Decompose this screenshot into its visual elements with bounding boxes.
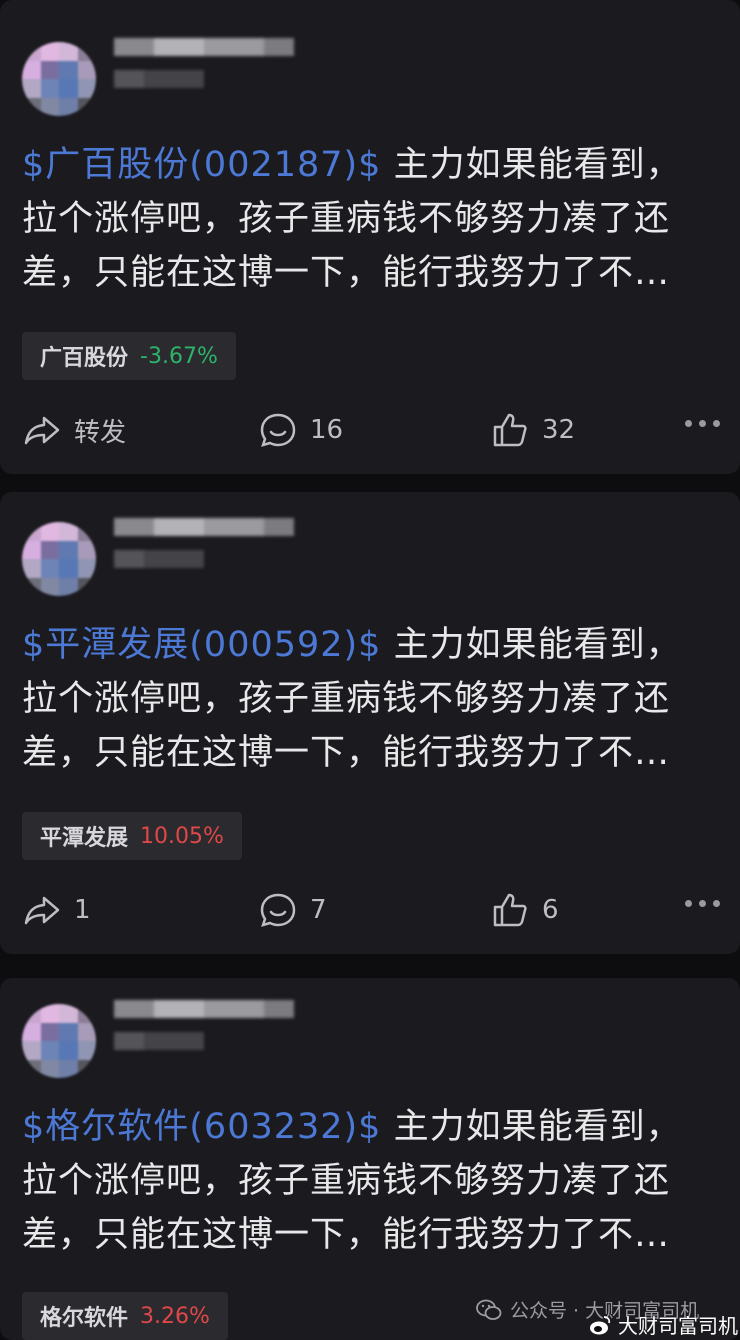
post-text: $平潭发展(000592)$ 主力如果能看到， 拉个涨停吧，孩子重病钱不够努力凑… [22, 618, 722, 780]
thumbs-up-icon [493, 413, 527, 447]
stock-tag-name: 格尔软件 [40, 1306, 129, 1331]
post-text-line: 差，只能在这博一下，能行我努力了不… [22, 253, 671, 293]
share-button[interactable]: 1 [22, 890, 91, 930]
more-icon[interactable] [685, 900, 720, 907]
like-button[interactable]: 6 [490, 890, 559, 930]
like-count: 32 [542, 415, 576, 445]
stock-tag[interactable]: 格尔软件 3.26% [22, 1292, 228, 1340]
weibo-watermark-text: 大财司富司机 [618, 1314, 738, 1338]
thumbs-up-icon [493, 893, 527, 927]
post-text-line: 主力如果能看到， [381, 625, 682, 665]
stock-tag[interactable]: 平潭发展 10.05% [22, 812, 242, 860]
post-card: $格尔软件(603232)$ 主力如果能看到， 拉个涨停吧，孩子重病钱不够努力凑… [0, 978, 740, 1340]
post-text-line: 主力如果能看到， [381, 145, 682, 185]
stock-link[interactable]: $平潭发展(000592)$ [22, 625, 381, 665]
comment-icon [260, 893, 296, 927]
share-label: 转发 [74, 417, 127, 448]
post-card: $广百股份(002187)$ 主力如果能看到， 拉个涨停吧，孩子重病钱不够努力凑… [0, 0, 740, 474]
comment-button[interactable]: 16 [258, 410, 343, 450]
stock-tag-name: 广百股份 [40, 346, 129, 371]
post-text: $广百股份(002187)$ 主力如果能看到， 拉个涨停吧，孩子重病钱不够努力凑… [22, 138, 722, 300]
post-text-line: 拉个涨停吧，孩子重病钱不够努力凑了还 [22, 199, 671, 239]
username-blurred [114, 38, 294, 88]
comment-count: 16 [310, 415, 344, 445]
stock-tag-change: 3.26% [140, 1303, 210, 1329]
post-card: $平潭发展(000592)$ 主力如果能看到， 拉个涨停吧，孩子重病钱不够努力凑… [0, 492, 740, 954]
wechat-icon [476, 1299, 502, 1320]
stock-link[interactable]: $广百股份(002187)$ [22, 145, 381, 185]
share-count: 1 [74, 895, 91, 925]
weibo-icon [590, 1315, 611, 1334]
avatar[interactable] [22, 1004, 96, 1078]
comment-button[interactable]: 7 [258, 890, 327, 930]
avatar[interactable] [22, 522, 96, 596]
action-bar: 转发 16 32 [22, 410, 730, 450]
share-icon [24, 416, 60, 445]
username-blurred [114, 1000, 294, 1050]
avatar[interactable] [22, 42, 96, 116]
stock-tag[interactable]: 广百股份 -3.67% [22, 332, 236, 380]
stock-tag-name: 平潭发展 [40, 826, 129, 851]
post-text-line: 拉个涨停吧，孩子重病钱不够努力凑了还 [22, 679, 671, 719]
comment-count: 7 [310, 895, 327, 925]
post-text-line: 差，只能在这博一下，能行我努力了不… [22, 1215, 671, 1255]
post-text-line: 主力如果能看到， [381, 1107, 682, 1147]
username-blurred [114, 518, 294, 568]
action-bar: 1 7 6 [22, 890, 730, 930]
comment-icon [260, 413, 296, 447]
stock-tag-change: 10.05% [140, 823, 224, 849]
post-text-line: 差，只能在这博一下，能行我努力了不… [22, 733, 671, 773]
like-button[interactable]: 32 [490, 410, 575, 450]
stock-tag-change: -3.67% [140, 343, 218, 369]
stock-link[interactable]: $格尔软件(603232)$ [22, 1107, 381, 1147]
post-text: $格尔软件(603232)$ 主力如果能看到， 拉个涨停吧，孩子重病钱不够努力凑… [22, 1100, 722, 1262]
share-button[interactable]: 转发 [22, 410, 126, 450]
weibo-watermark: 大财司富司机 [588, 1310, 738, 1339]
like-count: 6 [542, 895, 559, 925]
post-text-line: 拉个涨停吧，孩子重病钱不够努力凑了还 [22, 1161, 671, 1201]
more-icon[interactable] [685, 420, 720, 427]
share-icon [24, 896, 60, 925]
